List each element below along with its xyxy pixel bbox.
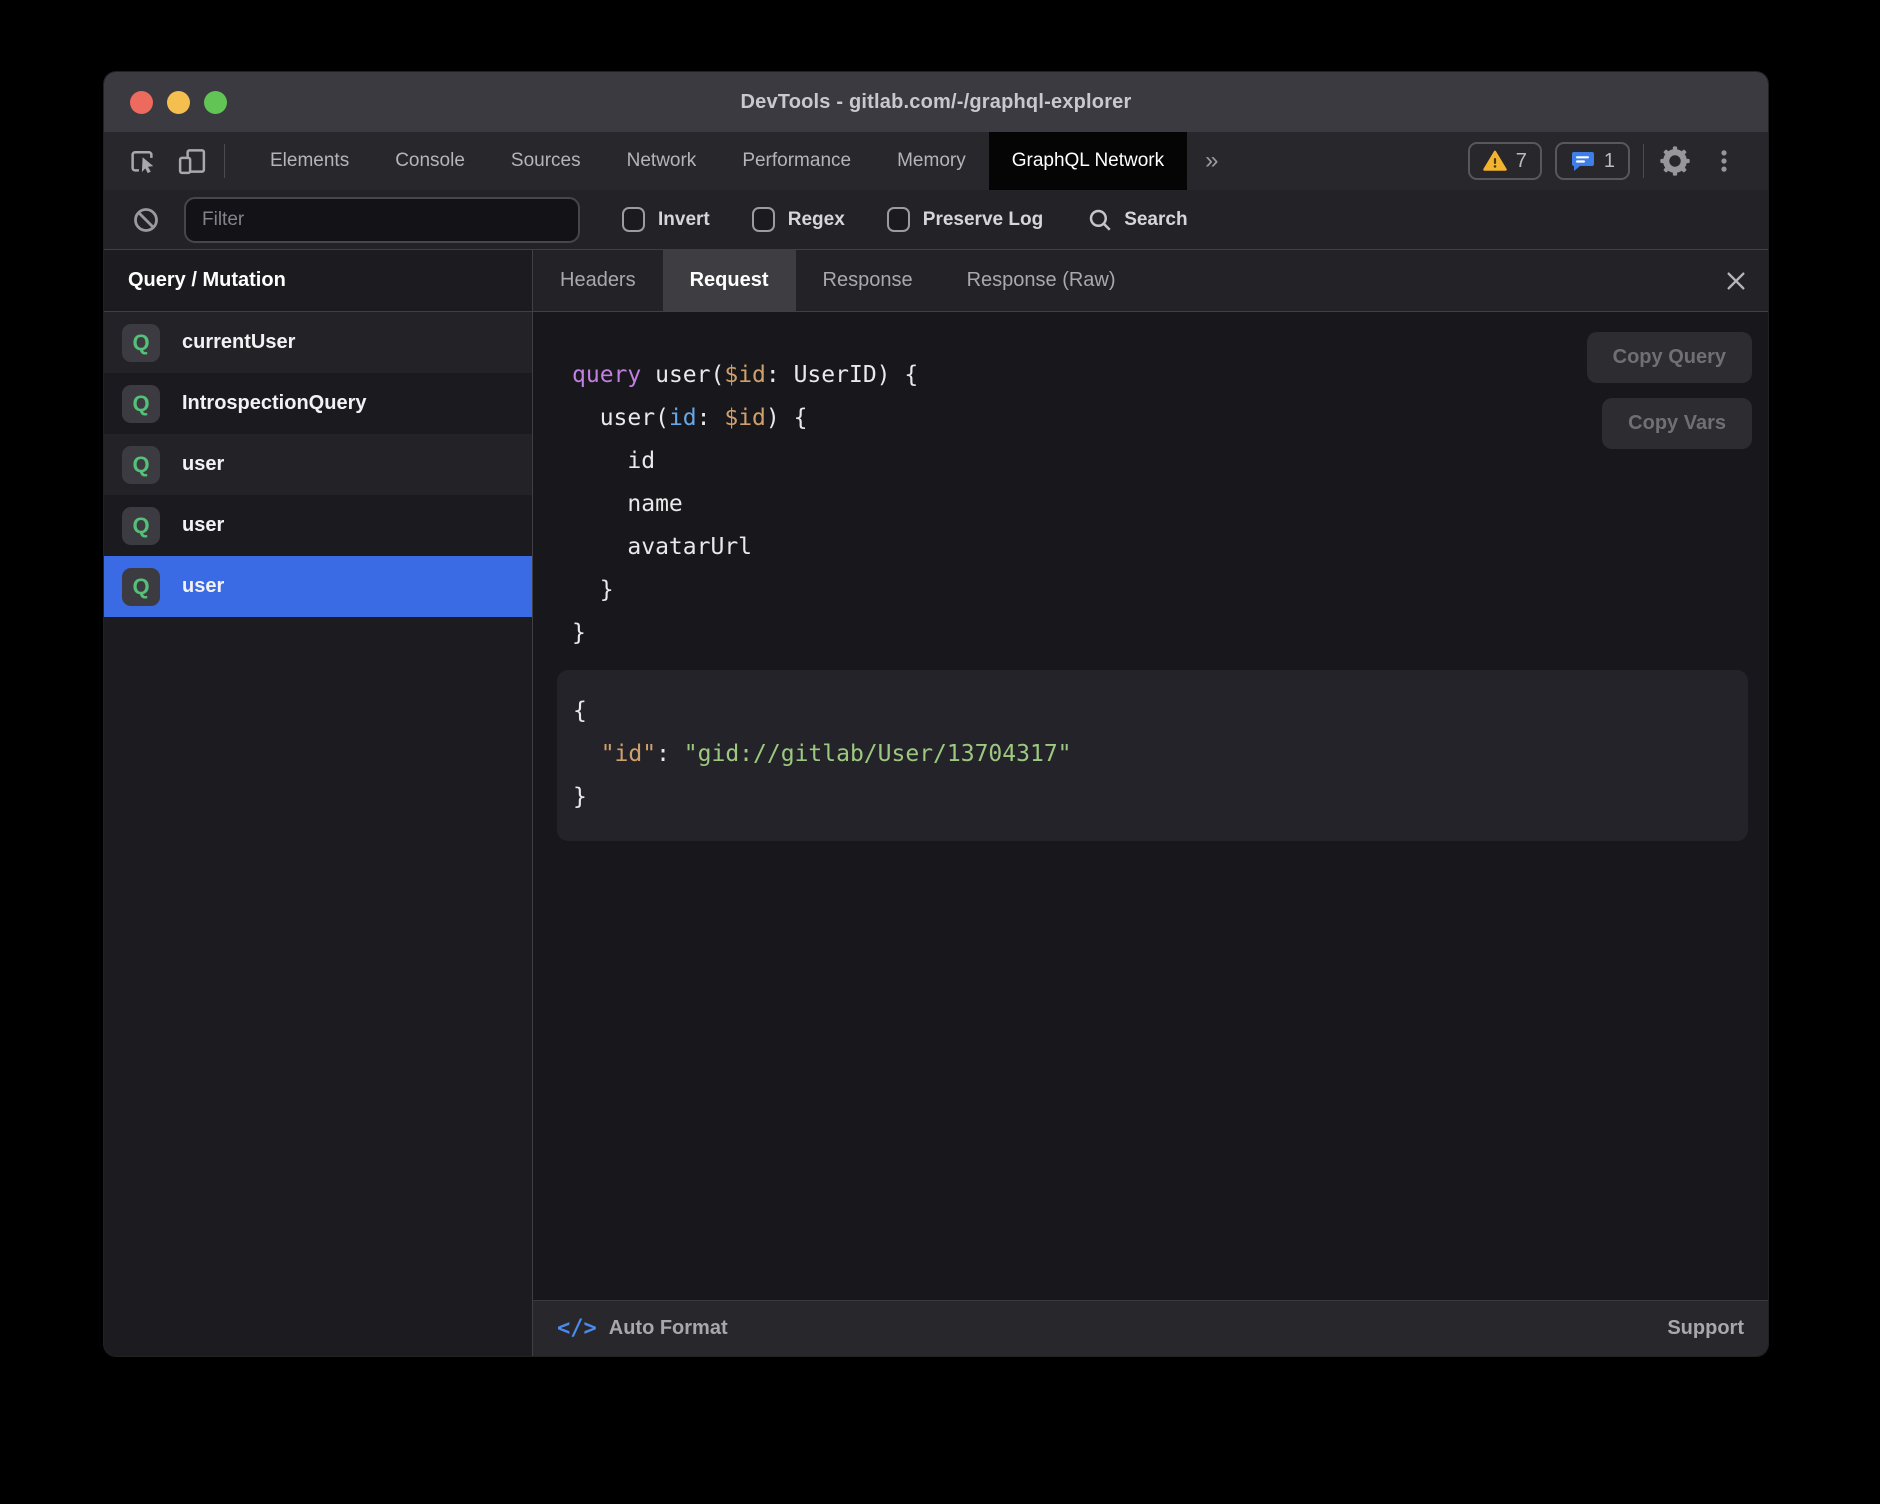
tab-network[interactable]: Network	[604, 132, 720, 190]
devtools-tool-icons	[104, 132, 239, 190]
tab-graphql-network[interactable]: GraphQL Network	[989, 132, 1187, 190]
invert-checkbox[interactable]	[622, 207, 645, 232]
tab-sources[interactable]: Sources	[488, 132, 604, 190]
query-list-panel: Query / Mutation Q currentUser Q Introsp…	[104, 250, 533, 1356]
list-item-user-2[interactable]: Q user	[104, 495, 532, 556]
auto-format-label: Auto Format	[609, 1317, 728, 1340]
content-area: Query / Mutation Q currentUser Q Introsp…	[104, 250, 1768, 1356]
message-bubble-icon	[1570, 149, 1595, 173]
request-detail-panel: Headers Request Response Response (Raw) …	[533, 250, 1768, 1356]
list-item-label: user	[182, 575, 224, 598]
preserve-log-label: Preserve Log	[923, 209, 1043, 231]
code-brackets-icon: </>	[557, 1316, 597, 1341]
filter-input[interactable]	[184, 197, 580, 243]
search-icon	[1087, 207, 1113, 233]
graphql-query-code: query user($id: UserID) { user(id: $id) …	[572, 354, 918, 655]
request-body-view: query user($id: UserID) { user(id: $id) …	[533, 312, 1768, 1300]
tab-response[interactable]: Response	[796, 250, 940, 311]
message-count: 1	[1604, 150, 1615, 173]
list-item-introspectionquery[interactable]: Q IntrospectionQuery	[104, 373, 532, 434]
preserve-log-checkbox-group: Preserve Log	[887, 207, 1043, 232]
search-label: Search	[1124, 209, 1187, 231]
more-options-icon[interactable]	[1706, 143, 1742, 179]
tab-request[interactable]: Request	[663, 250, 796, 311]
search-control[interactable]: Search	[1087, 207, 1187, 233]
list-item-label: currentUser	[182, 331, 295, 354]
query-type-badge: Q	[122, 385, 160, 423]
minimize-window-button[interactable]	[167, 91, 190, 114]
detail-tab-bar: Headers Request Response Response (Raw)	[533, 250, 1768, 312]
list-item-label: user	[182, 453, 224, 476]
query-type-badge: Q	[122, 507, 160, 545]
graphql-variables-box: { "id": "gid://gitlab/User/13704317"}	[557, 670, 1748, 841]
list-item-currentuser[interactable]: Q currentUser	[104, 312, 532, 373]
copy-vars-button[interactable]: Copy Vars	[1602, 398, 1752, 449]
traffic-lights	[130, 72, 227, 132]
window-title: DevTools - gitlab.com/-/graphql-explorer	[740, 91, 1131, 114]
tab-response-raw[interactable]: Response (Raw)	[940, 250, 1143, 311]
support-link[interactable]: Support	[1667, 1317, 1744, 1340]
devtools-window: DevTools - gitlab.com/-/graphql-explorer…	[104, 72, 1768, 1356]
regex-label: Regex	[788, 209, 845, 231]
tab-memory[interactable]: Memory	[874, 132, 989, 190]
auto-format-button[interactable]: </> Auto Format	[557, 1316, 728, 1341]
invert-label: Invert	[658, 209, 710, 231]
warning-triangle-icon	[1483, 150, 1507, 172]
list-item-user-3-selected[interactable]: Q user	[104, 556, 532, 617]
devtools-toolbar-right: 7 1	[1468, 132, 1768, 190]
regex-checkbox[interactable]	[752, 207, 775, 232]
close-window-button[interactable]	[130, 91, 153, 114]
more-tabs-chevron[interactable]: »	[1187, 132, 1236, 190]
query-list-header: Query / Mutation	[104, 250, 532, 312]
zoom-window-button[interactable]	[204, 91, 227, 114]
query-type-badge: Q	[122, 446, 160, 484]
copy-query-button[interactable]: Copy Query	[1587, 332, 1752, 383]
tab-elements[interactable]: Elements	[247, 132, 372, 190]
devtools-tabs: Elements Console Sources Network Perform…	[247, 132, 1237, 190]
close-icon	[1725, 270, 1747, 292]
warning-count: 7	[1516, 150, 1527, 173]
settings-gear-icon[interactable]	[1657, 143, 1693, 179]
filter-bar: Invert Regex Preserve Log Search	[104, 190, 1768, 250]
tab-headers[interactable]: Headers	[533, 250, 663, 311]
title-bar: DevTools - gitlab.com/-/graphql-explorer	[104, 72, 1768, 132]
tab-performance[interactable]: Performance	[719, 132, 874, 190]
clear-filter-icon[interactable]	[128, 202, 164, 238]
inspect-element-icon[interactable]	[124, 143, 160, 179]
toolbar-separator	[1643, 144, 1644, 178]
devtools-tab-bar: Elements Console Sources Network Perform…	[104, 132, 1768, 190]
tab-console[interactable]: Console	[372, 132, 488, 190]
copy-buttons: Copy Query Copy Vars	[1587, 332, 1752, 449]
list-item-label: user	[182, 514, 224, 537]
list-item-user-1[interactable]: Q user	[104, 434, 532, 495]
query-type-badge: Q	[122, 568, 160, 606]
query-type-badge: Q	[122, 324, 160, 362]
close-detail-button[interactable]	[1704, 250, 1768, 311]
detail-footer: </> Auto Format Support	[533, 1300, 1768, 1356]
invert-checkbox-group: Invert	[622, 207, 710, 232]
issues-warning-badge[interactable]: 7	[1468, 142, 1542, 180]
list-item-label: IntrospectionQuery	[182, 392, 366, 415]
toolbar-separator	[224, 144, 225, 178]
messages-badge[interactable]: 1	[1555, 142, 1630, 180]
preserve-log-checkbox[interactable]	[887, 207, 910, 232]
regex-checkbox-group: Regex	[752, 207, 845, 232]
device-toolbar-icon[interactable]	[174, 143, 210, 179]
